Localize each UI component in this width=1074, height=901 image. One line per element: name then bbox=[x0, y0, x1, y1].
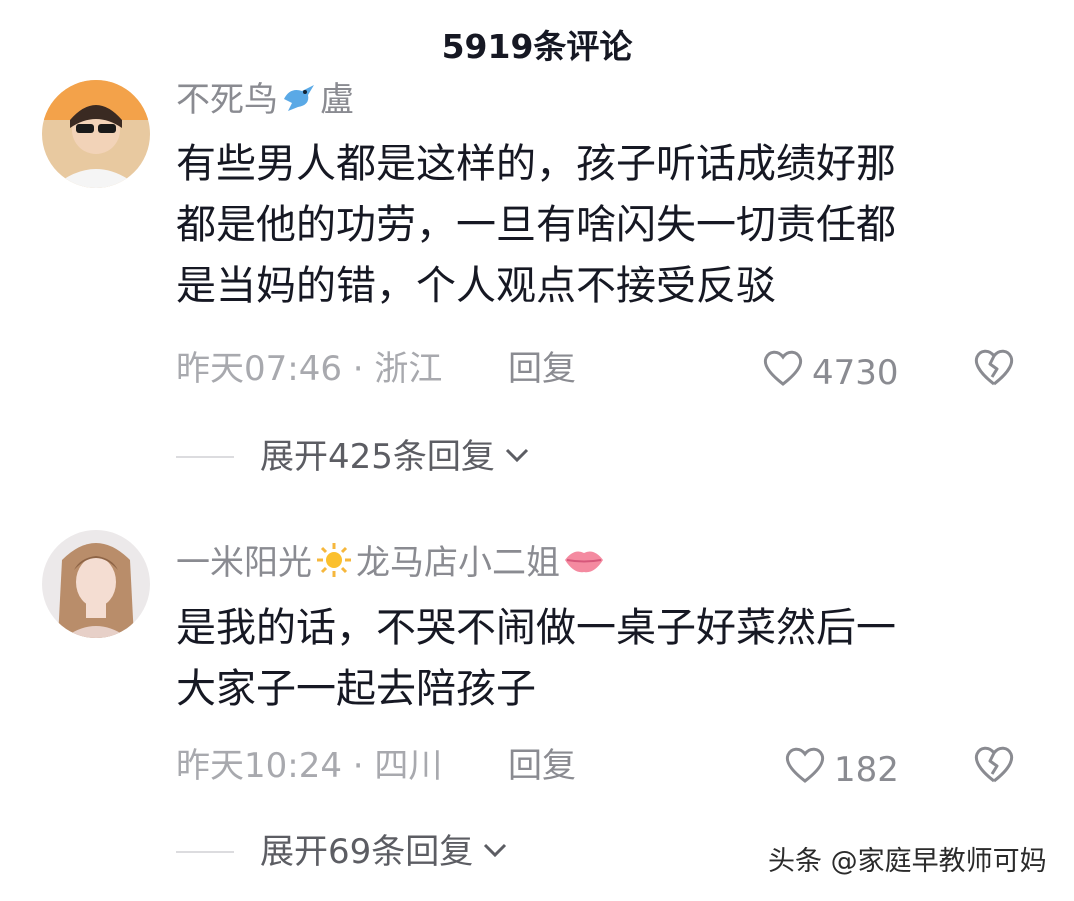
divider bbox=[176, 851, 234, 853]
avatar[interactable] bbox=[42, 80, 150, 188]
like-count: 4730 bbox=[812, 352, 899, 393]
expand-replies[interactable]: 展开425条回复 bbox=[176, 437, 531, 477]
heart-icon bbox=[762, 349, 804, 396]
watermark: 头条 @家庭早教师可妈 bbox=[768, 846, 1047, 877]
like-count: 182 bbox=[834, 749, 899, 790]
comment-text: 有些男人都是这样的，孩子听话成绩好那 都是他的功劳，一旦有啥闪失一切责任都 是当… bbox=[176, 141, 896, 309]
divider bbox=[176, 456, 234, 458]
reply-button[interactable]: 回复 bbox=[508, 746, 576, 786]
broken-heart-icon bbox=[974, 746, 1014, 783]
like-button[interactable]: 182 bbox=[784, 746, 899, 793]
dislike-button[interactable] bbox=[972, 347, 1016, 391]
avatar[interactable] bbox=[42, 530, 150, 638]
comment-text: 是我的话，不哭不闹做一桌子好菜然后一 大家子一起去陪孩子 bbox=[176, 605, 896, 712]
comment-meta: 昨天07:46 · 浙江 bbox=[176, 349, 443, 389]
expand-replies[interactable]: 展开69条回复 bbox=[176, 832, 509, 872]
timestamp: 昨天07:46 bbox=[176, 349, 342, 389]
like-button[interactable]: 4730 bbox=[762, 349, 899, 396]
timestamp: 昨天10:24 bbox=[176, 746, 342, 786]
comment-meta: 昨天10:24 · 四川 bbox=[176, 746, 443, 786]
location: 浙江 bbox=[374, 349, 443, 389]
location: 四川 bbox=[374, 746, 443, 786]
username[interactable]: 不死鸟盧 bbox=[176, 80, 354, 122]
chevron-down-icon bbox=[503, 445, 531, 469]
dislike-button[interactable] bbox=[972, 744, 1016, 788]
broken-heart-icon bbox=[974, 349, 1014, 386]
sun-icon bbox=[314, 542, 354, 587]
lips-icon bbox=[562, 543, 606, 586]
reply-button[interactable]: 回复 bbox=[508, 349, 576, 389]
heart-icon bbox=[784, 746, 826, 793]
username[interactable]: 一米阳光 龙马店小二姐 bbox=[176, 542, 608, 587]
comment-count-title: 5919条评论 bbox=[441, 27, 633, 66]
chevron-down-icon bbox=[481, 840, 509, 864]
bird-icon bbox=[280, 81, 318, 122]
